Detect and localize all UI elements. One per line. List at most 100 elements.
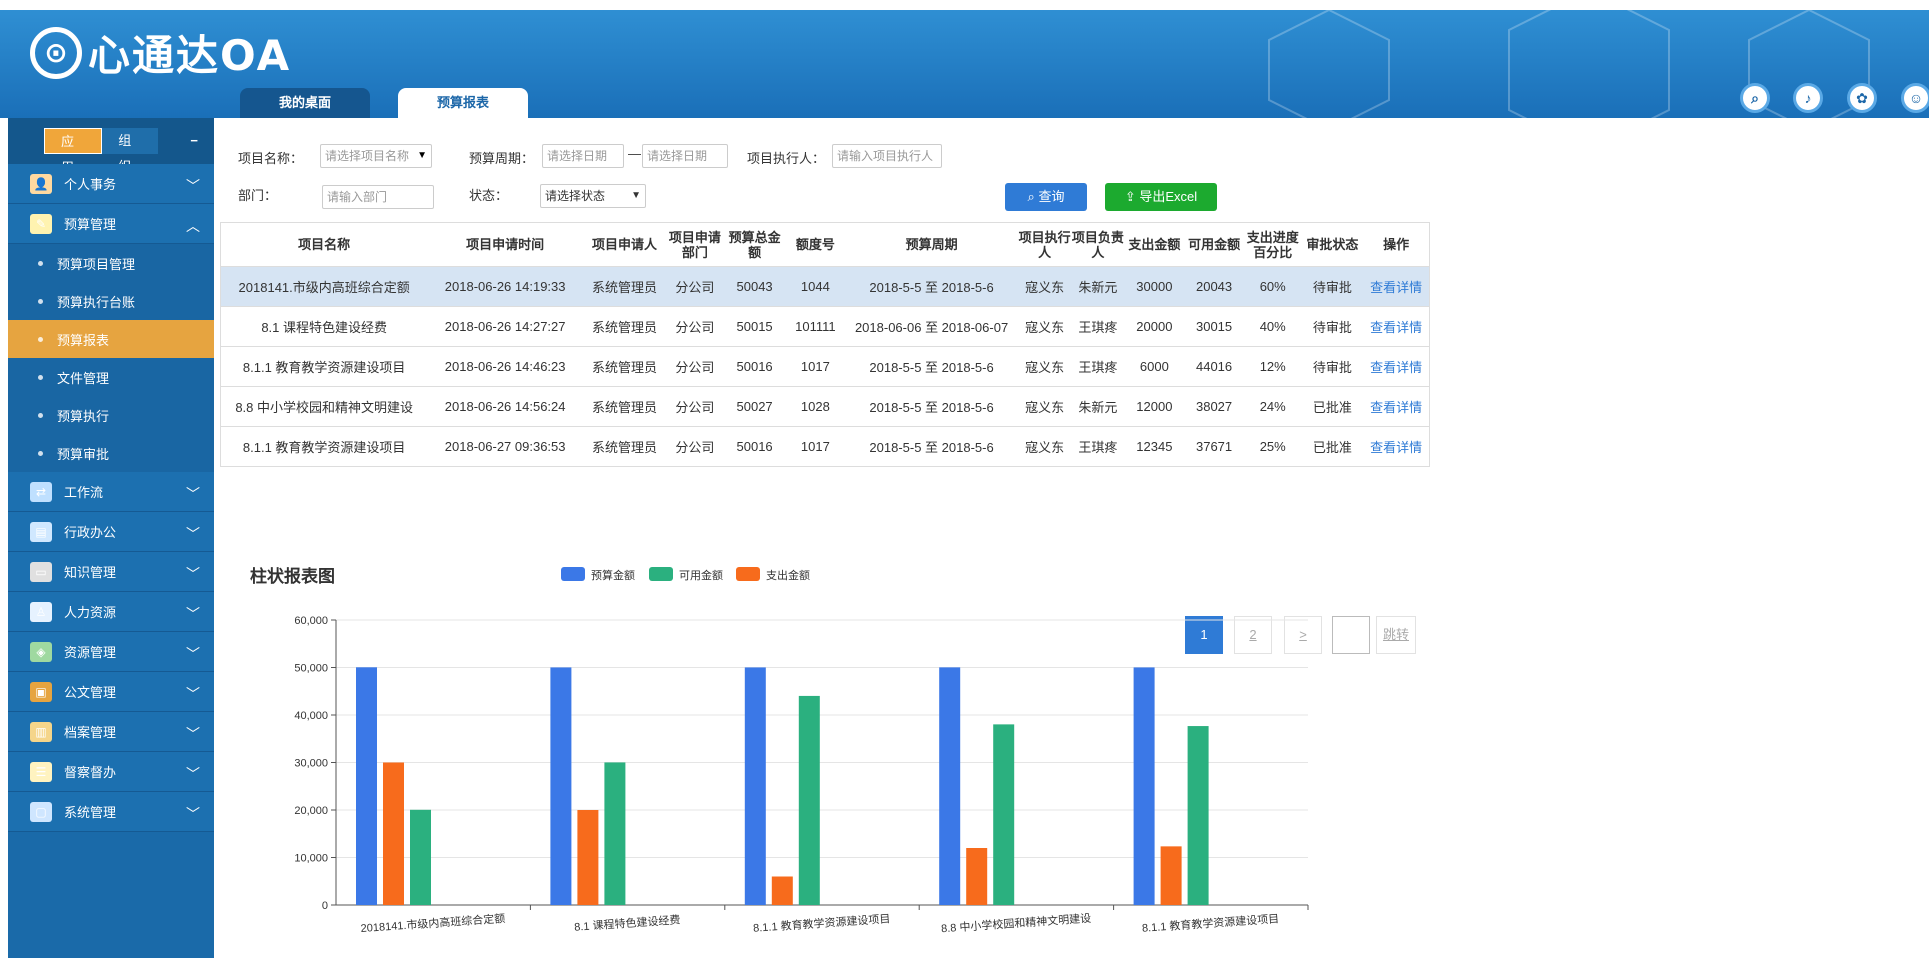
col-header[interactable]: 操作 (1363, 222, 1430, 267)
sidebar: 应用 组织 − 👤 个人事务 ﹀ ✎ 预算管理 ︿ 预算项目管理 预算执行台账 预算报表… (8, 118, 214, 958)
col-header[interactable]: 项目执行人 (1017, 222, 1072, 267)
search-icon[interactable]: ⌕ (1740, 83, 1770, 113)
sidebar-subitem-budget-ledger[interactable]: 预算执行台账 (8, 282, 214, 320)
chevron-down-icon: ﹀ (186, 806, 200, 822)
sidebar-item-label: 知识管理 (64, 565, 117, 580)
switch-app-button[interactable]: 应用 (44, 128, 103, 175)
table-row[interactable]: 8.8 中小学校园和精神文明建设 2018-06-26 14:56:24 系统管理员… (220, 386, 1430, 427)
legend-label: 支出金额 (766, 568, 810, 582)
switch-org-button[interactable]: 组织 (102, 128, 159, 174)
table-cell: 待审批 (1301, 266, 1364, 307)
table-row[interactable]: 2018141.市级内高班综合定额 2018-06-26 14:19:33 系统管理… (220, 266, 1430, 307)
period-start-input[interactable]: 请选择日期 (542, 144, 624, 168)
sidebar-item-personal[interactable]: 👤 个人事务 ﹀ (8, 164, 214, 204)
export-excel-button[interactable]: ⇪ 导出Excel (1105, 183, 1217, 211)
sidebar-item-hr[interactable]: ♙ 人力资源 ﹀ (8, 592, 214, 632)
col-header[interactable]: 项目负责人 (1071, 222, 1125, 267)
sidebar-item-budget[interactable]: ✎ 预算管理 ︿ (8, 204, 214, 244)
logo-mark-icon: ⊙ (30, 26, 82, 79)
sidebar-subitem-budget-execution[interactable]: 预算执行 (8, 396, 214, 434)
table-cell: 1017 (785, 346, 846, 387)
table-row[interactable]: 8.1 课程特色建设经费 2018-06-26 14:27:27 系统管理员 分公司 5… (220, 306, 1430, 347)
sidebar-item-documents[interactable]: ▣ 公文管理 ﹀ (8, 672, 214, 712)
view-details-link[interactable]: 查看详情 (1363, 426, 1430, 467)
bar (356, 667, 377, 905)
sidebar-subitem-budget-approval[interactable]: 预算审批 (8, 434, 214, 472)
sidebar-subitem-budget-project[interactable]: 预算项目管理 (8, 244, 214, 282)
tab-budget-report[interactable]: 预算报表 (398, 88, 528, 118)
table-cell: 2018-06-27 09:36:53 (427, 426, 583, 467)
col-header[interactable]: 项目申请部门 (666, 222, 724, 267)
view-details-link[interactable]: 查看详情 (1363, 266, 1430, 307)
sidebar-item-supervision[interactable]: ☰ 督察督办 ﹀ (8, 752, 214, 792)
col-header[interactable]: 项目申请时间 (427, 222, 583, 267)
bar (993, 724, 1015, 905)
collapse-sidebar-button[interactable]: − (174, 128, 214, 154)
table-cell: 30015 (1184, 306, 1244, 347)
budget-report-table: 项目名称 项目申请时间 项目申请人 项目申请部门 预算总金额 额度号 预算周期 … (220, 222, 1430, 467)
table-cell: 系统管理员 (582, 426, 667, 467)
caret-down-icon: ▼ (417, 150, 427, 161)
col-header[interactable]: 项目申请人 (582, 222, 667, 267)
app-logo[interactable]: ⊙ 心通达OA (30, 22, 291, 83)
sidebar-item-system[interactable]: ▢ 系统管理 ﹀ (8, 792, 214, 832)
bullet-icon (38, 260, 43, 266)
table-row[interactable]: 8.1.1 教育教学资源建设项目 2018-06-26 14:46:23 系统管理员… (220, 346, 1430, 387)
project-name-label: 项目名称： (238, 151, 304, 166)
y-tick-label: 60,000 (294, 615, 328, 627)
table-cell: 寇义东 (1017, 266, 1072, 307)
period-end-input[interactable]: 请选择日期 (642, 144, 728, 168)
sidebar-item-resources[interactable]: ◈ 资源管理 ﹀ (8, 632, 214, 672)
sidebar-item-workflow[interactable]: ⇄ 工作流 ﹀ (8, 472, 214, 512)
status-select[interactable]: 请选择状态 ▼ (540, 184, 646, 208)
department-input[interactable]: 请输入部门 (322, 185, 434, 209)
sidebar-subitem-label: 预算执行台账 (57, 294, 136, 310)
view-details-link[interactable]: 查看详情 (1363, 386, 1430, 427)
table-cell: 20000 (1124, 306, 1185, 347)
col-header[interactable]: 预算总金额 (723, 222, 786, 267)
sidebar-item-admin-office[interactable]: ▤ 行政办公 ﹀ (8, 512, 214, 552)
col-header[interactable]: 审批状态 (1301, 222, 1364, 267)
chevron-down-icon: ﹀ (186, 726, 200, 742)
col-header[interactable]: 预算周期 (845, 222, 1018, 267)
sidebar-subitem-file-management[interactable]: 文件管理 (8, 358, 214, 396)
table-row[interactable]: 8.1.1 教育教学资源建设项目 2018-06-27 09:36:53 系统管理员… (220, 426, 1430, 467)
col-header[interactable]: 额度号 (785, 222, 846, 267)
user-icon[interactable]: ☺ (1901, 83, 1929, 113)
col-header[interactable]: 支出金额 (1124, 222, 1185, 267)
chevron-down-icon: ﹀ (186, 566, 200, 582)
col-header[interactable]: 项目名称 (220, 222, 428, 267)
sidebar-item-archives[interactable]: ▥ 档案管理 ﹀ (8, 712, 214, 752)
logo-text: 心通达OA (88, 31, 292, 80)
department-label: 部门： (238, 188, 278, 203)
view-details-link[interactable]: 查看详情 (1363, 346, 1430, 387)
page-jump-input[interactable] (1332, 616, 1370, 654)
status-label: 状态： (469, 188, 509, 203)
executor-input[interactable]: 请输入项目执行人 (832, 144, 942, 168)
table-cell: 50016 (723, 346, 786, 387)
chevron-down-icon: ﹀ (186, 606, 200, 622)
bar (939, 667, 961, 905)
page-jump-button[interactable]: 跳转 (1376, 616, 1416, 654)
table-cell: 系统管理员 (582, 306, 667, 347)
table-cell: 王琪疼 (1071, 426, 1125, 467)
palette-icon[interactable]: ✿ (1847, 83, 1877, 113)
chevron-down-icon: ﹀ (186, 766, 200, 782)
y-tick-label: 10,000 (294, 853, 328, 865)
bar (1160, 846, 1182, 905)
query-button[interactable]: ⌕ 查询 (1005, 183, 1087, 211)
briefcase-icon: ▣ (30, 681, 52, 702)
col-header[interactable]: 支出进度百分比 (1243, 222, 1302, 267)
sidebar-item-knowledge[interactable]: ▭ 知识管理 ﹀ (8, 552, 214, 592)
sidebar-item-label: 人力资源 (64, 605, 117, 620)
project-name-select[interactable]: 请选择项目名称 ▼ (320, 144, 432, 168)
view-details-link[interactable]: 查看详情 (1363, 306, 1430, 347)
tab-my-desktop[interactable]: 我的桌面 (240, 88, 370, 118)
bell-icon[interactable]: ♪ (1793, 83, 1823, 113)
table-cell: 101111 (785, 306, 846, 347)
table-cell: 44016 (1184, 346, 1244, 387)
period-label: 预算周期： (469, 151, 535, 166)
sidebar-subitem-budget-report[interactable]: 预算报表 (8, 320, 214, 358)
col-header[interactable]: 可用金额 (1184, 222, 1244, 267)
table-cell: 60% (1243, 266, 1302, 307)
